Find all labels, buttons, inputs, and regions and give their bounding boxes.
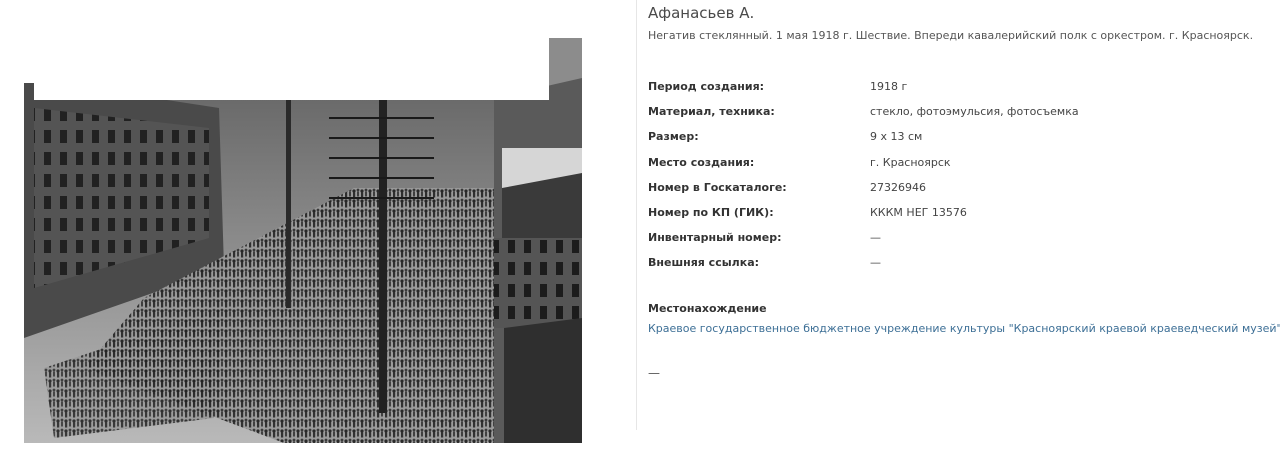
property-value: г. Красноярск	[870, 155, 951, 169]
museum-link[interactable]: Краевое государственное бюджетное учрежд…	[648, 322, 1280, 335]
property-label: Внешняя ссылка:	[648, 256, 760, 270]
item-description: Негатив стеклянный. 1 мая 1918 г. Шестви…	[648, 29, 1254, 42]
property-label: Период создания:	[648, 80, 765, 94]
property-row-period: Период создания: 1918 г	[648, 74, 1268, 99]
property-label: Место создания:	[648, 155, 755, 169]
location-title: Местонахождение	[648, 302, 767, 315]
property-row-place: Место создания: г. Красноярск	[648, 150, 1268, 175]
property-label: Материал, техника:	[648, 105, 775, 119]
property-value: КККМ НЕГ 13576	[870, 206, 967, 220]
property-label: Номер по КП (ГИК):	[648, 206, 774, 220]
property-value: —	[870, 256, 881, 270]
property-row-kp: Номер по КП (ГИК): КККМ НЕГ 13576	[648, 200, 1268, 225]
property-row-size: Размер: 9 х 13 см	[648, 124, 1268, 149]
vertical-divider	[636, 0, 637, 430]
property-value: стекло, фотоэмульсия, фотосъемка	[870, 105, 1079, 119]
property-value: 1918 г	[870, 80, 908, 94]
property-row-external-link: Внешняя ссылка: —	[648, 250, 1268, 275]
property-row-material: Материал, техника: стекло, фотоэмульсия,…	[648, 99, 1268, 124]
property-label: Размер:	[648, 130, 699, 144]
properties-list: Период создания: 1918 г Материал, техник…	[648, 74, 1268, 276]
property-value: 27326946	[870, 180, 926, 194]
property-label: Номер в Госкаталоге:	[648, 180, 787, 194]
property-label: Инвентарный номер:	[648, 231, 782, 245]
property-value: 9 х 13 см	[870, 130, 923, 144]
property-value: —	[870, 231, 881, 245]
photo-image[interactable]	[24, 38, 582, 443]
property-row-goscatalog: Номер в Госкаталоге: 27326946	[648, 175, 1268, 200]
property-row-inventory: Инвентарный номер: —	[648, 225, 1268, 250]
historical-photo-svg	[24, 38, 582, 443]
author-name: Афанасьев А.	[648, 4, 755, 22]
footer-dash: —	[648, 366, 660, 380]
